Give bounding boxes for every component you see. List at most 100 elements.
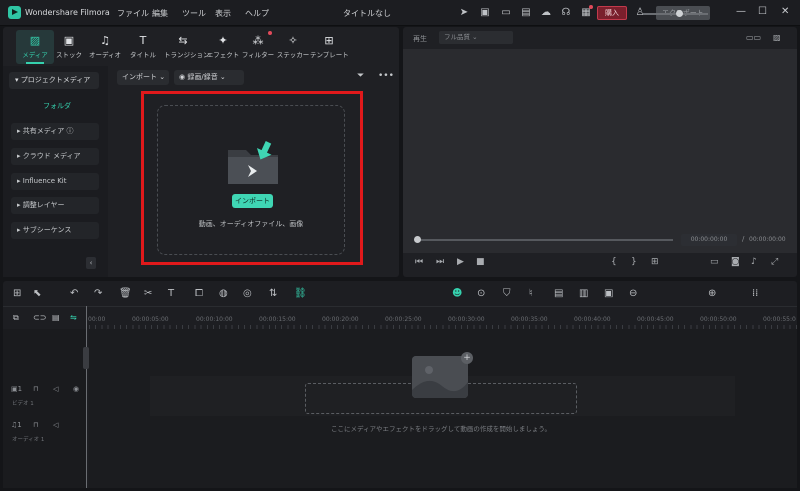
tab-media[interactable]: ▨ メディア	[16, 30, 54, 64]
grid-menu-icon[interactable]: ⁞⁞	[752, 288, 758, 299]
sidebar-folder[interactable]: フォルダ	[43, 101, 71, 111]
tab-titles[interactable]: T タイトル	[124, 30, 162, 64]
tab-stock[interactable]: ▣ ストック	[50, 30, 88, 64]
zoom-in-icon[interactable]: ⊕	[708, 288, 716, 299]
play-icon[interactable]: ▶	[457, 257, 464, 267]
sidebar-item-shared-media[interactable]: ▸ 共有メディア ⓘ	[11, 123, 99, 140]
adjust-icon[interactable]: ⇅	[269, 288, 277, 299]
sidebar-item-adjustment-layer[interactable]: ▸ 調整レイヤー	[11, 197, 99, 214]
pip-icon[interactable]: ▣	[604, 288, 613, 299]
current-time[interactable]: 00:00:00:00	[681, 234, 737, 246]
record-dropdown[interactable]: ◉ 録画/録音 ⌄	[174, 70, 244, 85]
quality-dropdown[interactable]: フル品質 ⌄	[439, 31, 513, 44]
layout-icon[interactable]: ▭	[500, 7, 512, 19]
track-settings-icon[interactable]: ▤	[52, 313, 60, 322]
menu-edit[interactable]: 編集	[152, 8, 168, 19]
crop-icon[interactable]: ⧠	[195, 288, 203, 299]
buy-button[interactable]: 購入	[597, 6, 627, 20]
collapse-sidebar-button[interactable]: ‹	[86, 257, 96, 269]
next-frame-icon[interactable]: ⏭	[436, 257, 444, 267]
menu-view[interactable]: 表示	[215, 8, 231, 19]
filter-sort-icon[interactable]: ⏷	[357, 71, 364, 81]
import-dropdown[interactable]: インポート ⌄	[117, 70, 169, 85]
add-track-icon[interactable]: ⧉	[13, 313, 19, 323]
snapshot-image-icon[interactable]: ▨	[773, 33, 781, 42]
select-arrow-icon[interactable]: ⬉	[33, 288, 41, 299]
minimize-icon[interactable]: —	[736, 6, 746, 17]
tab-templates[interactable]: ⊞ テンプレート	[310, 30, 349, 64]
save-icon[interactable]: ▤	[520, 7, 532, 19]
previous-frame-icon[interactable]: ⏮	[415, 257, 423, 267]
microphone-icon[interactable]: ♮	[529, 288, 533, 299]
sidebar-item-subsequence[interactable]: ▸ サブシーケンス	[11, 222, 99, 239]
split-icon[interactable]: ✂	[144, 288, 152, 299]
mute-icon[interactable]: ◁	[53, 385, 58, 393]
stock-icon: ▣	[63, 34, 75, 47]
zoom-slider-handle[interactable]	[676, 10, 683, 17]
link-icon[interactable]: ⛓	[294, 288, 307, 299]
stop-icon[interactable]: ■	[476, 257, 485, 267]
tab-audio[interactable]: ♫ オーディオ	[86, 30, 124, 64]
ai-mate-icon[interactable]: ☻	[452, 288, 462, 299]
sidebar-item-influence-kit[interactable]: ▸ Influence Kit	[11, 173, 99, 190]
sticker-store-icon[interactable]: ▣	[479, 7, 491, 19]
ruler-label: 00:00	[88, 316, 106, 323]
tab-stickers[interactable]: ✧ ステッカー	[274, 30, 312, 64]
compare-view-icon[interactable]: ▭▭	[746, 33, 761, 42]
effect-icon: ✦	[218, 34, 228, 47]
template-icon: ⊞	[324, 34, 334, 47]
zoom-out-icon[interactable]: ⊖	[629, 288, 637, 299]
playhead[interactable]	[86, 306, 87, 488]
ai-tools-icon[interactable]: ◎	[243, 288, 252, 299]
fullscreen-icon[interactable]: ⤢	[771, 257, 778, 267]
tab-transitions[interactable]: ⇆ トランジション	[164, 30, 210, 64]
volume-icon[interactable]: ♪	[751, 257, 757, 267]
display-icon[interactable]: ▭	[710, 257, 719, 267]
tab-filters[interactable]: ⁂ フィルター	[239, 30, 277, 64]
shield-icon[interactable]: ⛉	[503, 288, 511, 299]
voiceover-icon[interactable]: ▤	[554, 288, 563, 299]
transition-icon: ⇆	[178, 34, 188, 47]
maximize-icon[interactable]: ☐	[758, 6, 767, 17]
menu-help[interactable]: ヘルプ	[245, 8, 269, 19]
tab-effects[interactable]: ✦ エフェクト	[204, 30, 242, 64]
add-icon[interactable]: +	[461, 352, 473, 364]
filmora-logo-icon	[8, 6, 21, 19]
text-icon[interactable]: T	[168, 288, 174, 299]
highlight-annotation	[141, 91, 363, 265]
mark-out-icon[interactable]: }	[631, 257, 637, 267]
redo-icon[interactable]: ↷	[94, 288, 102, 299]
undo-icon[interactable]: ↶	[70, 288, 78, 299]
ruler-label: 00:00:20:00	[322, 316, 359, 323]
sidebar-item-cloud-media[interactable]: ▸ クラウド メディア	[11, 148, 99, 165]
ruler-label: 00:00:55:0	[763, 316, 796, 323]
mark-in-icon[interactable]: {	[611, 257, 617, 267]
render-preview-icon[interactable]: ⊙	[477, 288, 485, 299]
ruler-label: 00:00:35:00	[511, 316, 548, 323]
layout-icon[interactable]: ⊞	[13, 288, 21, 299]
snap-icon[interactable]: ⇋	[70, 313, 77, 322]
lock-icon[interactable]: ⊓	[33, 385, 38, 393]
mute-icon[interactable]: ◁	[53, 421, 58, 429]
link-track-icon[interactable]: ⊂⊃	[33, 313, 46, 322]
lock-icon[interactable]: ⊓	[33, 421, 38, 429]
render-icon[interactable]: ⊞	[651, 257, 659, 267]
more-options-icon[interactable]: •••	[378, 71, 394, 81]
menu-file[interactable]: ファイル	[117, 8, 149, 19]
eye-icon[interactable]: ◉	[73, 385, 79, 393]
close-icon[interactable]: ✕	[781, 6, 789, 17]
snapshot-icon[interactable]: ▥	[579, 288, 588, 299]
ruler-label: 00:00:40:00	[574, 316, 611, 323]
color-icon[interactable]: ◍	[219, 288, 228, 299]
playhead-handle[interactable]	[83, 347, 89, 369]
playback-scrubber[interactable]	[417, 239, 673, 241]
headset-icon[interactable]: ☊	[560, 7, 572, 19]
preview-screen	[403, 49, 797, 253]
cloud-icon[interactable]: ☁	[540, 7, 552, 19]
menu-tools[interactable]: ツール	[182, 8, 206, 19]
delete-icon[interactable]: 🗑	[119, 288, 132, 299]
send-icon[interactable]: ➤	[458, 7, 470, 19]
scrubber-handle[interactable]	[414, 236, 421, 243]
camera-icon[interactable]: ◙	[731, 257, 740, 267]
sidebar-project-media[interactable]: ▾ プロジェクトメディア	[9, 72, 99, 89]
